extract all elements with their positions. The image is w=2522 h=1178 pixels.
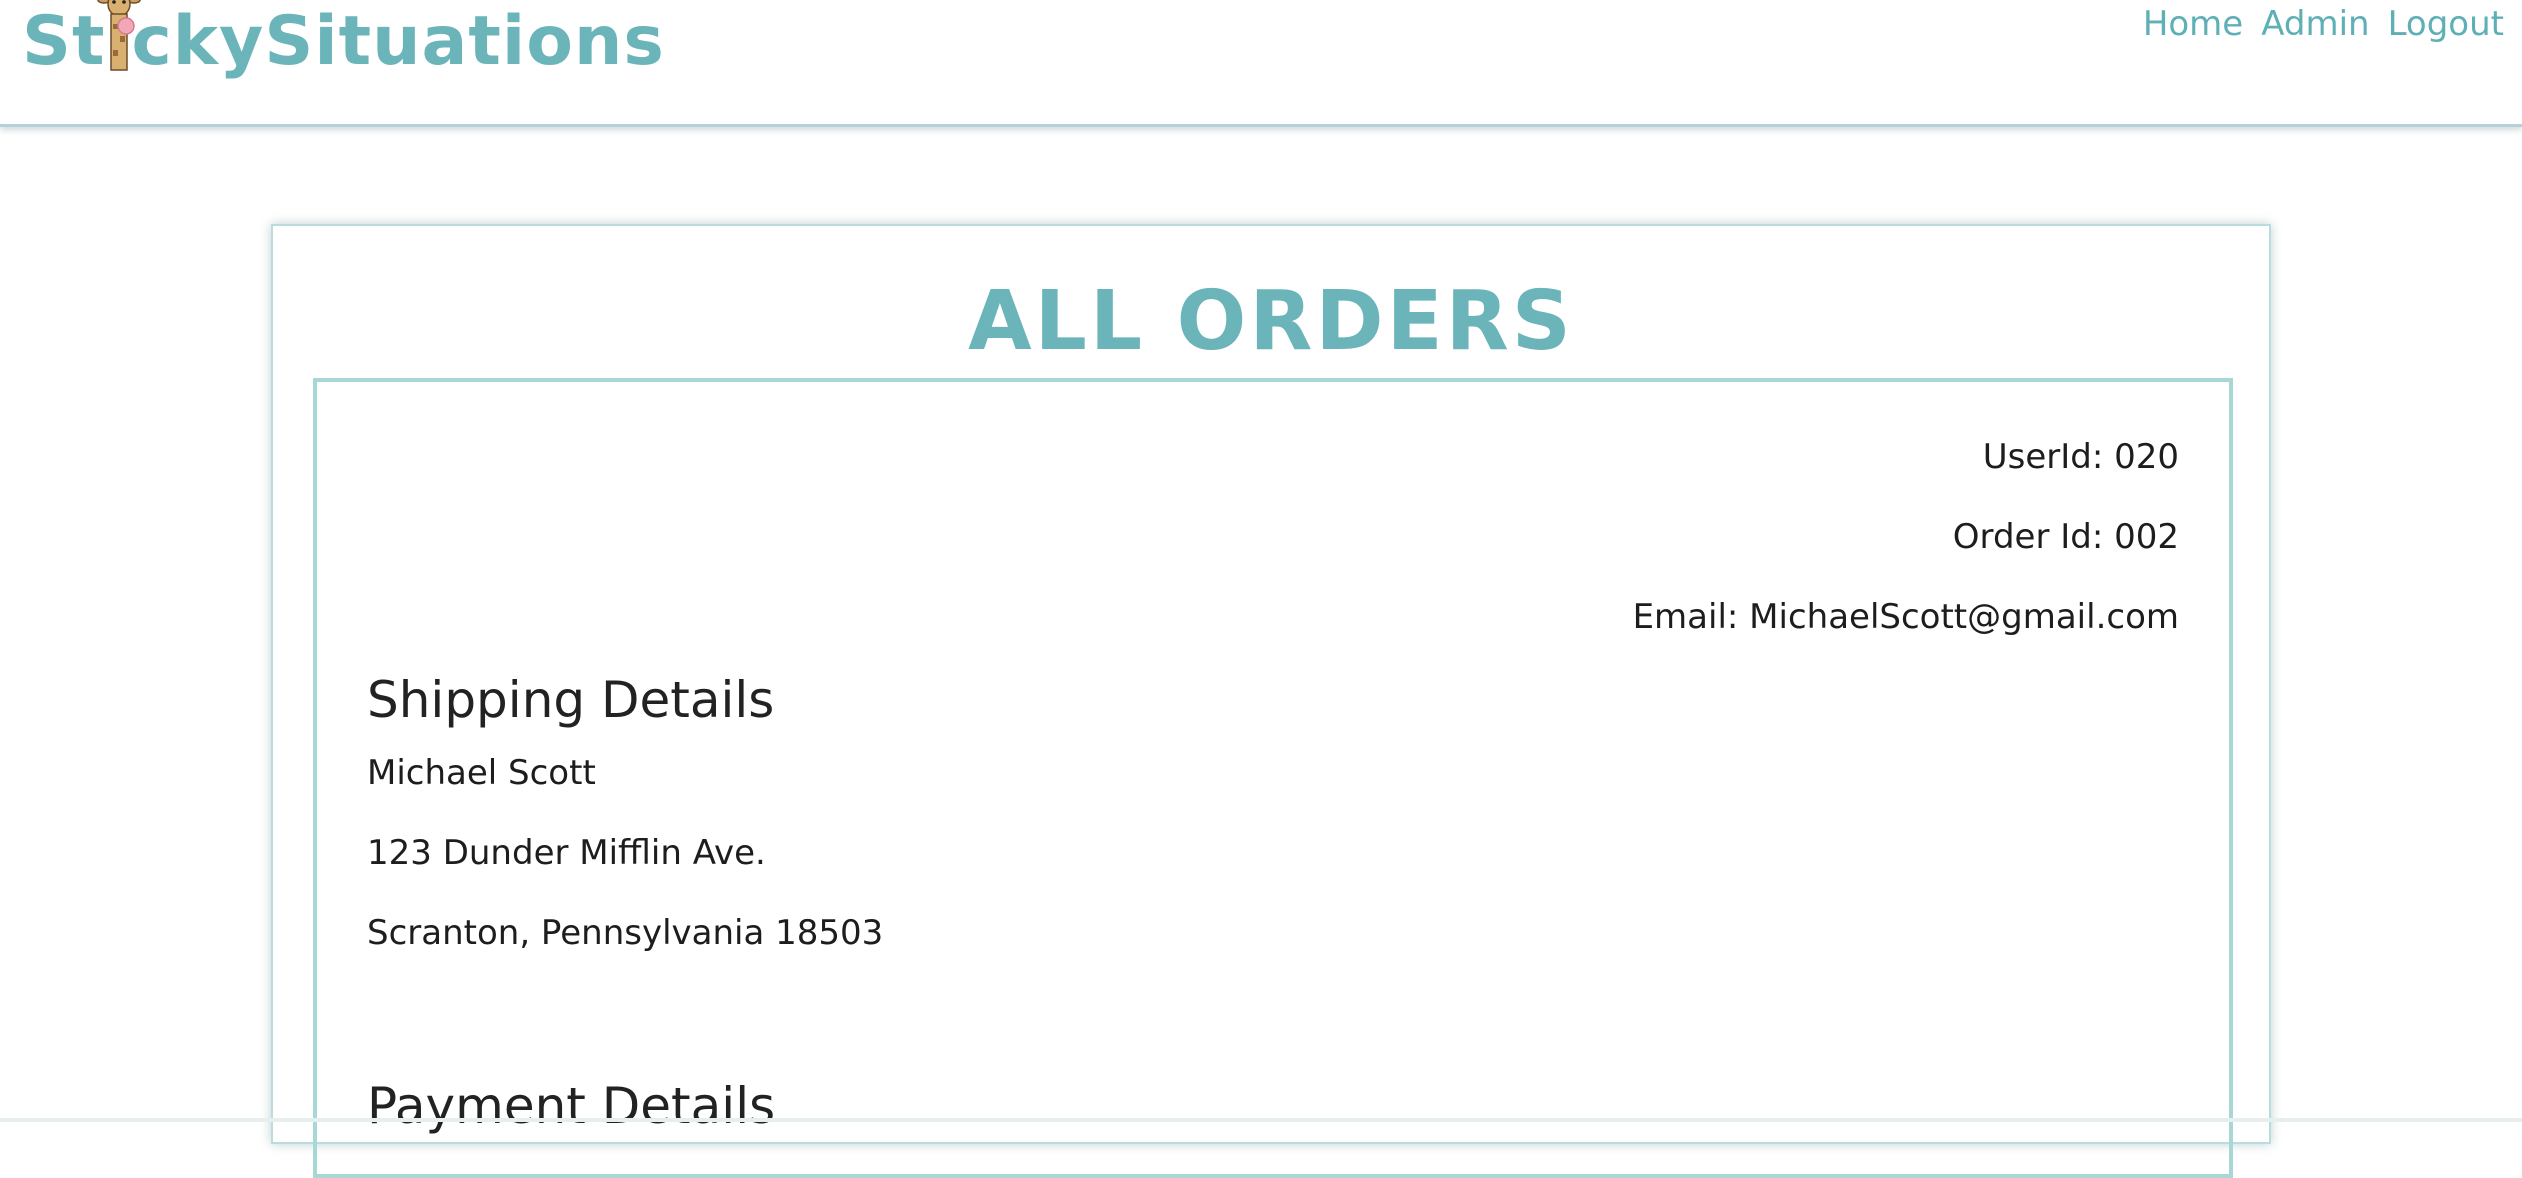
logo-text-prefix: St: [22, 2, 106, 81]
site-logo[interactable]: St ckySituations: [22, 0, 665, 82]
nav-admin-link[interactable]: Admin: [2261, 2, 2369, 46]
logo-text-suffix: ckySituations: [131, 2, 665, 81]
order-id: Order Id: 002: [1952, 517, 2179, 557]
order-user-id: UserId: 020: [1982, 437, 2179, 477]
shipping-city: Scranton, Pennsylvania 18503: [367, 913, 884, 953]
order-email: Email: MichaelScott@gmail.com: [1632, 597, 2179, 637]
payment-details-heading: Payment Details: [367, 1077, 776, 1135]
shipping-street: 123 Dunder Mifflin Ave.: [367, 833, 766, 873]
shipping-details-heading: Shipping Details: [367, 671, 775, 729]
giraffe-icon: [97, 0, 142, 72]
nav-home-link[interactable]: Home: [2143, 2, 2243, 46]
orders-card: ALL ORDERS UserId: 020 Order Id: 002 Ema…: [271, 224, 2271, 1178]
site-header: St ckySituations Home Admin Logout: [0, 0, 2522, 127]
viewport-bottom-edge: [0, 1118, 2522, 1122]
order-panel: UserId: 020 Order Id: 002 Email: Michael…: [313, 378, 2233, 1178]
page-title: ALL ORDERS: [968, 274, 1574, 369]
shipping-name: Michael Scott: [367, 753, 596, 793]
nav-logout-link[interactable]: Logout: [2388, 2, 2504, 46]
top-nav: Home Admin Logout: [2143, 2, 2504, 46]
